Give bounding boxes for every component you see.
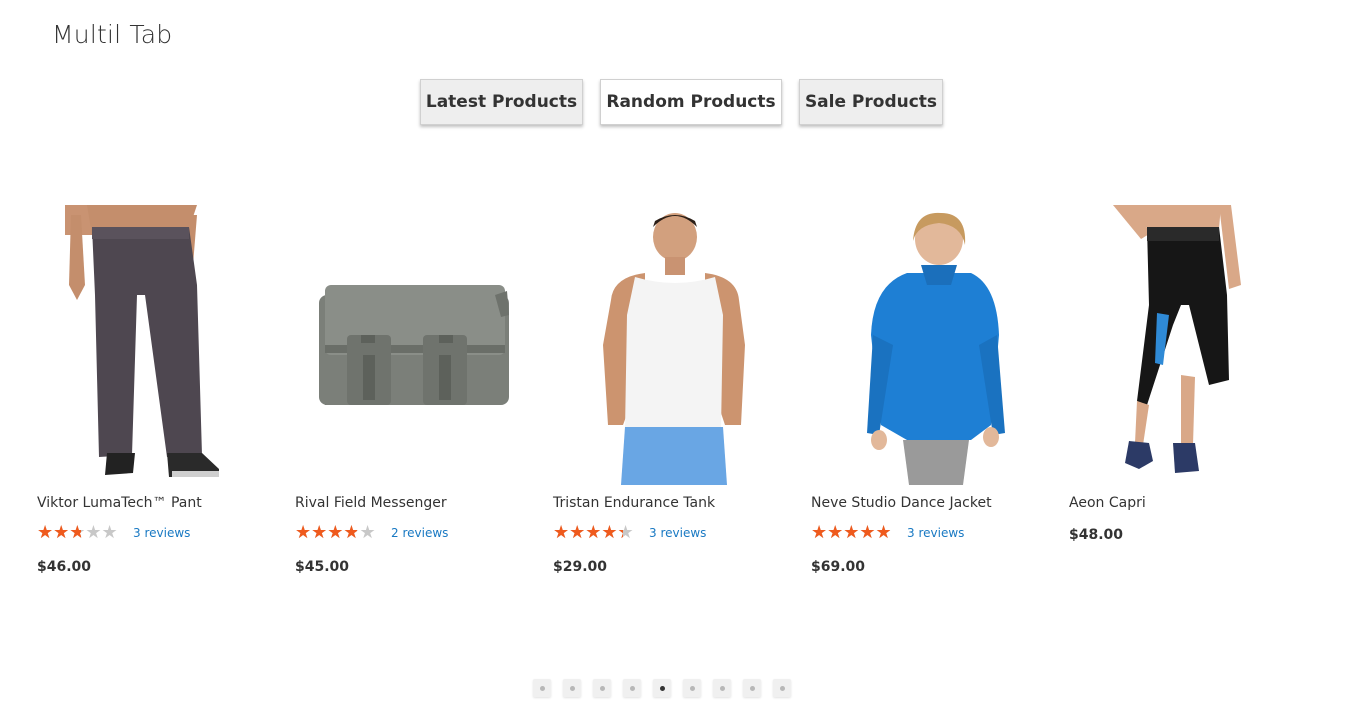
pagination-dot[interactable] — [593, 679, 611, 697]
product-name-link[interactable]: Aeon Capri — [1069, 495, 1319, 511]
pagination-dot[interactable] — [683, 679, 701, 697]
pagination-dot[interactable] — [653, 679, 671, 697]
dot-indicator — [569, 685, 575, 691]
dot-indicator — [719, 685, 725, 691]
product-image-men-pants[interactable] — [37, 205, 277, 485]
dot-indicator — [539, 685, 545, 691]
reviews-link[interactable]: 3 reviews — [907, 526, 964, 540]
product-name-link[interactable]: Tristan Endurance Tank — [553, 495, 803, 511]
product-image-women-capri[interactable] — [1069, 205, 1309, 485]
dot-indicator — [689, 685, 695, 691]
product-tabs: Latest Products Random Products Sale Pro… — [0, 79, 1346, 127]
dot-indicator — [659, 685, 665, 691]
pagination-dot[interactable] — [533, 679, 551, 697]
product-price: $45.00 — [295, 559, 350, 575]
product-rating: ★★★★★★★★★★ 2 reviews — [295, 523, 448, 543]
carousel-pagination — [533, 679, 791, 697]
rating-stars: ★★★★★★★★★★ — [553, 522, 634, 543]
pagination-dot[interactable] — [563, 679, 581, 697]
pagination-dot[interactable] — [713, 679, 731, 697]
pagination-dot[interactable] — [623, 679, 641, 697]
reviews-link[interactable]: 3 reviews — [649, 526, 706, 540]
product-name-link[interactable]: Viktor LumaTech™ Pant — [37, 495, 287, 511]
rating-stars: ★★★★★★★★★★ — [37, 522, 118, 543]
pagination-dot[interactable] — [773, 679, 791, 697]
block-title: Multil Tab — [52, 20, 173, 49]
product-rating: ★★★★★★★★★★ 3 reviews — [553, 523, 706, 543]
product-rating: ★★★★★★★★★★ 3 reviews — [37, 523, 190, 543]
product-image-messenger-bag[interactable] — [295, 205, 535, 485]
product-name-link[interactable]: Rival Field Messenger — [295, 495, 545, 511]
product-name-link[interactable]: Neve Studio Dance Jacket — [811, 495, 1061, 511]
product-price: $69.00 — [811, 559, 866, 575]
dot-indicator — [629, 685, 635, 691]
product-image-men-tank[interactable] — [553, 205, 793, 485]
dot-indicator — [599, 685, 605, 691]
rating-stars: ★★★★★★★★★★ — [811, 522, 892, 543]
tab-random-products[interactable]: Random Products — [600, 79, 782, 125]
tab-sale-products[interactable]: Sale Products — [799, 79, 943, 125]
pagination-dot[interactable] — [743, 679, 761, 697]
dot-indicator — [749, 685, 755, 691]
product-image-women-jacket[interactable] — [811, 205, 1051, 485]
reviews-link[interactable]: 2 reviews — [391, 526, 448, 540]
product-price: $46.00 — [37, 559, 92, 575]
product-rating: ★★★★★★★★★★ 3 reviews — [811, 523, 964, 543]
rating-stars: ★★★★★★★★★★ — [295, 522, 376, 543]
reviews-link[interactable]: 3 reviews — [133, 526, 190, 540]
product-price: $48.00 — [1069, 527, 1124, 543]
dot-indicator — [779, 685, 785, 691]
tab-latest-products[interactable]: Latest Products — [420, 79, 583, 125]
product-price: $29.00 — [553, 559, 608, 575]
